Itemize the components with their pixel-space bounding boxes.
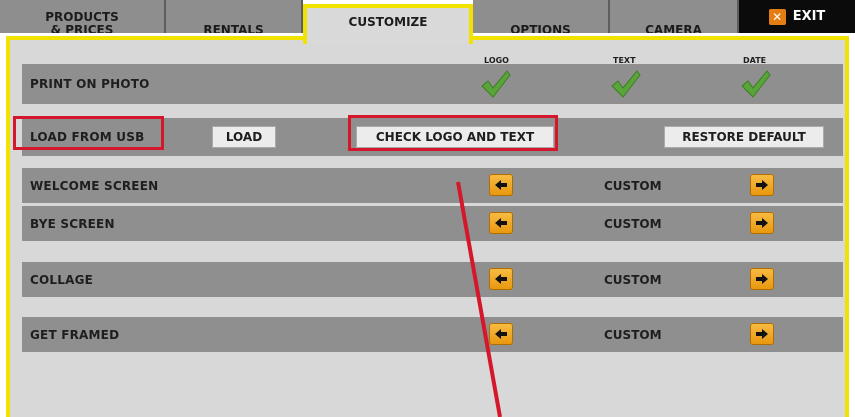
arrow-left-icon xyxy=(495,329,507,339)
date-column-header: DATE xyxy=(743,56,767,65)
collage-next-button[interactable] xyxy=(750,268,774,290)
welcome-screen-label: WELCOME SCREEN xyxy=(30,178,159,193)
exit-label: EXIT xyxy=(792,9,826,24)
tab-bar: PRODUCTS & PRICES RENTALS CUSTOMIZE OPTI… xyxy=(0,0,855,44)
close-icon: ✕ xyxy=(768,8,786,25)
arrow-left-icon xyxy=(495,180,507,190)
print-on-photo-row: PRINT ON PHOTO xyxy=(22,64,843,104)
check-logo-and-text-highlight xyxy=(348,115,558,151)
collage-value: CUSTOM xyxy=(604,273,662,287)
arrow-right-icon xyxy=(756,180,768,190)
bye-screen-prev-button[interactable] xyxy=(489,212,513,234)
welcome-screen-next-button[interactable] xyxy=(750,174,774,196)
tab-options-label: OPTIONS xyxy=(510,23,571,34)
text-column-header: TEXT xyxy=(613,56,636,65)
collage-label: COLLAGE xyxy=(30,272,94,287)
tab-camera[interactable]: CAMERA xyxy=(610,0,739,33)
date-checkmark-icon[interactable] xyxy=(740,69,772,99)
arrow-left-icon xyxy=(495,274,507,284)
get-framed-value: CUSTOM xyxy=(604,328,662,342)
logo-checkmark-icon[interactable] xyxy=(480,69,512,99)
arrow-left-icon xyxy=(495,218,507,228)
bye-screen-label: BYE SCREEN xyxy=(30,216,115,231)
welcome-screen-value: CUSTOM xyxy=(604,179,662,193)
tab-customize-label: CUSTOMIZE xyxy=(348,14,428,29)
tab-rentals-label: RENTALS xyxy=(203,23,264,34)
tab-options[interactable]: OPTIONS xyxy=(473,0,610,33)
arrow-right-icon xyxy=(756,274,768,284)
get-framed-label: GET FRAMED xyxy=(30,327,120,342)
get-framed-next-button[interactable] xyxy=(750,323,774,345)
tab-products-label-line2: & PRICES xyxy=(50,22,114,33)
restore-default-button[interactable]: RESTORE DEFAULT xyxy=(664,126,824,148)
welcome-screen-prev-button[interactable] xyxy=(489,174,513,196)
get-framed-prev-button[interactable] xyxy=(489,323,513,345)
tab-rentals[interactable]: RENTALS xyxy=(166,0,303,33)
bye-screen-next-button[interactable] xyxy=(750,212,774,234)
text-checkmark-icon[interactable] xyxy=(610,69,642,99)
bye-screen-row: BYE SCREEN xyxy=(22,206,843,241)
exit-button[interactable]: ✕ EXIT xyxy=(739,0,855,33)
logo-column-header: LOGO xyxy=(484,56,509,65)
customize-panel: PRINT ON PHOTO LOGO TEXT DATE LOAD FROM … xyxy=(6,36,849,417)
print-on-photo-label: PRINT ON PHOTO xyxy=(30,77,150,91)
collage-prev-button[interactable] xyxy=(489,268,513,290)
tab-products-prices[interactable]: PRODUCTS & PRICES xyxy=(0,0,166,33)
arrow-right-icon xyxy=(756,218,768,228)
tab-customize[interactable]: CUSTOMIZE xyxy=(303,4,473,44)
welcome-screen-row: WELCOME SCREEN xyxy=(22,168,843,203)
bye-screen-value: CUSTOM xyxy=(604,217,662,231)
load-from-usb-highlight xyxy=(13,116,164,150)
collage-row: COLLAGE xyxy=(22,262,843,297)
get-framed-row: GET FRAMED xyxy=(22,317,843,352)
arrow-right-icon xyxy=(756,329,768,339)
tab-camera-label: CAMERA xyxy=(645,23,702,34)
load-button[interactable]: LOAD xyxy=(212,126,276,148)
